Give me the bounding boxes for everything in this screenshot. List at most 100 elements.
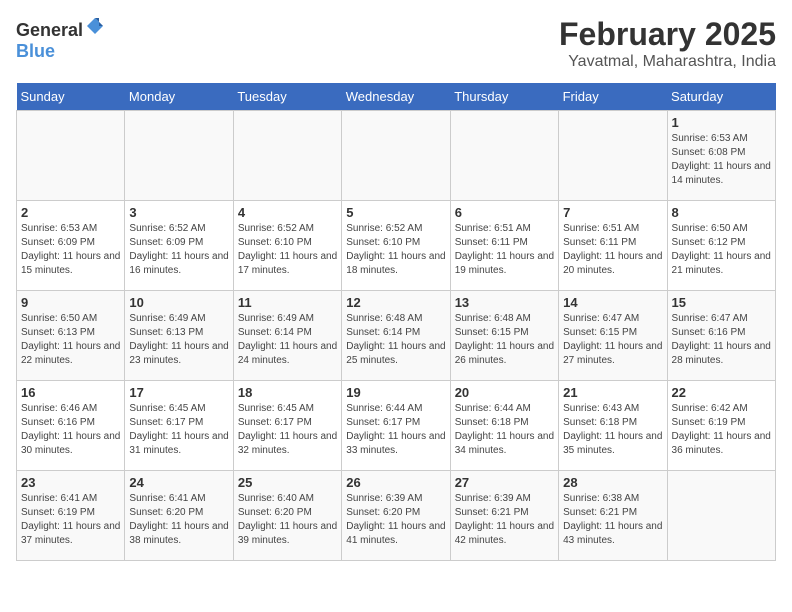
day-cell	[125, 111, 233, 201]
day-info: Sunrise: 6:47 AM Sunset: 6:15 PM Dayligh…	[563, 312, 662, 368]
day-number: 7	[563, 205, 662, 220]
page-header: General Blue February 2025 Yavatmal, Mah…	[16, 16, 776, 71]
day-info: Sunrise: 6:52 AM Sunset: 6:09 PM Dayligh…	[129, 222, 228, 278]
day-info: Sunrise: 6:44 AM Sunset: 6:17 PM Dayligh…	[346, 402, 445, 458]
day-info: Sunrise: 6:52 AM Sunset: 6:10 PM Dayligh…	[346, 222, 445, 278]
day-cell: 3 Sunrise: 6:52 AM Sunset: 6:09 PM Daylig…	[125, 201, 233, 291]
day-info: Sunrise: 6:51 AM Sunset: 6:11 PM Dayligh…	[563, 222, 662, 278]
day-number: 16	[21, 385, 120, 400]
day-number: 26	[346, 475, 445, 490]
day-number: 24	[129, 475, 228, 490]
day-number: 9	[21, 295, 120, 310]
col-header-tuesday: Tuesday	[233, 83, 341, 111]
day-cell	[342, 111, 450, 201]
week-row-5: 23 Sunrise: 6:41 AM Sunset: 6:19 PM Dayli…	[17, 471, 776, 561]
day-info: Sunrise: 6:51 AM Sunset: 6:11 PM Dayligh…	[455, 222, 554, 278]
day-number: 6	[455, 205, 554, 220]
day-info: Sunrise: 6:39 AM Sunset: 6:20 PM Dayligh…	[346, 492, 445, 548]
day-info: Sunrise: 6:47 AM Sunset: 6:16 PM Dayligh…	[672, 312, 771, 368]
day-number: 21	[563, 385, 662, 400]
day-number: 17	[129, 385, 228, 400]
day-cell	[17, 111, 125, 201]
day-info: Sunrise: 6:40 AM Sunset: 6:20 PM Dayligh…	[238, 492, 337, 548]
day-cell: 6 Sunrise: 6:51 AM Sunset: 6:11 PM Daylig…	[450, 201, 558, 291]
day-number: 19	[346, 385, 445, 400]
day-cell: 19 Sunrise: 6:44 AM Sunset: 6:17 PM Dayli…	[342, 381, 450, 471]
day-info: Sunrise: 6:50 AM Sunset: 6:12 PM Dayligh…	[672, 222, 771, 278]
day-info: Sunrise: 6:39 AM Sunset: 6:21 PM Dayligh…	[455, 492, 554, 548]
day-number: 14	[563, 295, 662, 310]
logo: General Blue	[16, 16, 105, 62]
calendar-table: SundayMondayTuesdayWednesdayThursdayFrid…	[16, 83, 776, 561]
day-number: 4	[238, 205, 337, 220]
day-number: 15	[672, 295, 771, 310]
day-cell	[559, 111, 667, 201]
day-cell: 1 Sunrise: 6:53 AM Sunset: 6:08 PM Daylig…	[667, 111, 775, 201]
day-number: 3	[129, 205, 228, 220]
day-info: Sunrise: 6:43 AM Sunset: 6:18 PM Dayligh…	[563, 402, 662, 458]
day-number: 2	[21, 205, 120, 220]
day-cell: 2Sunrise: 6:53 AM Sunset: 6:09 PM Daylig…	[17, 201, 125, 291]
day-info: Sunrise: 6:41 AM Sunset: 6:20 PM Dayligh…	[129, 492, 228, 548]
day-cell: 21 Sunrise: 6:43 AM Sunset: 6:18 PM Dayli…	[559, 381, 667, 471]
day-cell: 8 Sunrise: 6:50 AM Sunset: 6:12 PM Daylig…	[667, 201, 775, 291]
month-year-title: February 2025	[559, 16, 776, 53]
day-cell: 18Sunrise: 6:45 AM Sunset: 6:17 PM Dayli…	[233, 381, 341, 471]
day-cell	[233, 111, 341, 201]
day-cell: 16 Sunrise: 6:46 AM Sunset: 6:16 PM Dayli…	[17, 381, 125, 471]
logo-blue: Blue	[16, 41, 55, 61]
day-info: Sunrise: 6:48 AM Sunset: 6:14 PM Dayligh…	[346, 312, 445, 368]
week-row-3: 9 Sunrise: 6:50 AM Sunset: 6:13 PM Daylig…	[17, 291, 776, 381]
day-number: 11	[238, 295, 337, 310]
day-cell: 23 Sunrise: 6:41 AM Sunset: 6:19 PM Dayli…	[17, 471, 125, 561]
col-header-wednesday: Wednesday	[342, 83, 450, 111]
day-info: Sunrise: 6:50 AM Sunset: 6:13 PM Dayligh…	[21, 312, 120, 368]
day-info: Sunrise: 6:53 AM Sunset: 6:08 PM Dayligh…	[672, 132, 771, 188]
logo-icon	[85, 16, 105, 36]
day-cell: 11 Sunrise: 6:49 AM Sunset: 6:14 PM Dayli…	[233, 291, 341, 381]
day-number: 8	[672, 205, 771, 220]
logo-general: General	[16, 20, 83, 40]
day-info: Sunrise: 6:41 AM Sunset: 6:19 PM Dayligh…	[21, 492, 120, 548]
day-number: 28	[563, 475, 662, 490]
day-number: 20	[455, 385, 554, 400]
day-info: Sunrise: 6:45 AM Sunset: 6:17 PM Dayligh…	[238, 402, 337, 458]
day-number: 1	[672, 115, 771, 130]
day-cell	[450, 111, 558, 201]
col-header-sunday: Sunday	[17, 83, 125, 111]
day-cell	[667, 471, 775, 561]
day-number: 13	[455, 295, 554, 310]
day-cell: 13 Sunrise: 6:48 AM Sunset: 6:15 PM Dayli…	[450, 291, 558, 381]
calendar-header-row: SundayMondayTuesdayWednesdayThursdayFrid…	[17, 83, 776, 111]
day-info: Sunrise: 6:48 AM Sunset: 6:15 PM Dayligh…	[455, 312, 554, 368]
day-cell: 24 Sunrise: 6:41 AM Sunset: 6:20 PM Dayli…	[125, 471, 233, 561]
day-cell: 27 Sunrise: 6:39 AM Sunset: 6:21 PM Dayli…	[450, 471, 558, 561]
day-number: 5	[346, 205, 445, 220]
day-cell: 17 Sunrise: 6:45 AM Sunset: 6:17 PM Dayli…	[125, 381, 233, 471]
day-cell: 22Sunrise: 6:42 AM Sunset: 6:19 PM Dayli…	[667, 381, 775, 471]
day-number: 12	[346, 295, 445, 310]
day-info: Sunrise: 6:49 AM Sunset: 6:13 PM Dayligh…	[129, 312, 228, 368]
col-header-monday: Monday	[125, 83, 233, 111]
week-row-4: 16 Sunrise: 6:46 AM Sunset: 6:16 PM Dayli…	[17, 381, 776, 471]
day-info: Sunrise: 6:45 AM Sunset: 6:17 PM Dayligh…	[129, 402, 228, 458]
day-info: Sunrise: 6:49 AM Sunset: 6:14 PM Dayligh…	[238, 312, 337, 368]
logo-text: General Blue	[16, 16, 105, 62]
day-info: Sunrise: 6:44 AM Sunset: 6:18 PM Dayligh…	[455, 402, 554, 458]
day-cell: 7 Sunrise: 6:51 AM Sunset: 6:11 PM Daylig…	[559, 201, 667, 291]
day-cell: 10 Sunrise: 6:49 AM Sunset: 6:13 PM Dayli…	[125, 291, 233, 381]
col-header-thursday: Thursday	[450, 83, 558, 111]
day-cell: 28Sunrise: 6:38 AM Sunset: 6:21 PM Dayli…	[559, 471, 667, 561]
day-cell: 26 Sunrise: 6:39 AM Sunset: 6:20 PM Dayli…	[342, 471, 450, 561]
day-cell: 15 Sunrise: 6:47 AM Sunset: 6:16 PM Dayli…	[667, 291, 775, 381]
day-info: Sunrise: 6:46 AM Sunset: 6:16 PM Dayligh…	[21, 402, 120, 458]
day-info: Sunrise: 6:42 AM Sunset: 6:19 PM Dayligh…	[672, 402, 771, 458]
day-cell: 4 Sunrise: 6:52 AM Sunset: 6:10 PM Daylig…	[233, 201, 341, 291]
day-number: 23	[21, 475, 120, 490]
day-number: 27	[455, 475, 554, 490]
day-cell: 14 Sunrise: 6:47 AM Sunset: 6:15 PM Dayli…	[559, 291, 667, 381]
week-row-1: 1 Sunrise: 6:53 AM Sunset: 6:08 PM Daylig…	[17, 111, 776, 201]
day-cell: 5 Sunrise: 6:52 AM Sunset: 6:10 PM Daylig…	[342, 201, 450, 291]
day-info: Sunrise: 6:52 AM Sunset: 6:10 PM Dayligh…	[238, 222, 337, 278]
day-number: 10	[129, 295, 228, 310]
